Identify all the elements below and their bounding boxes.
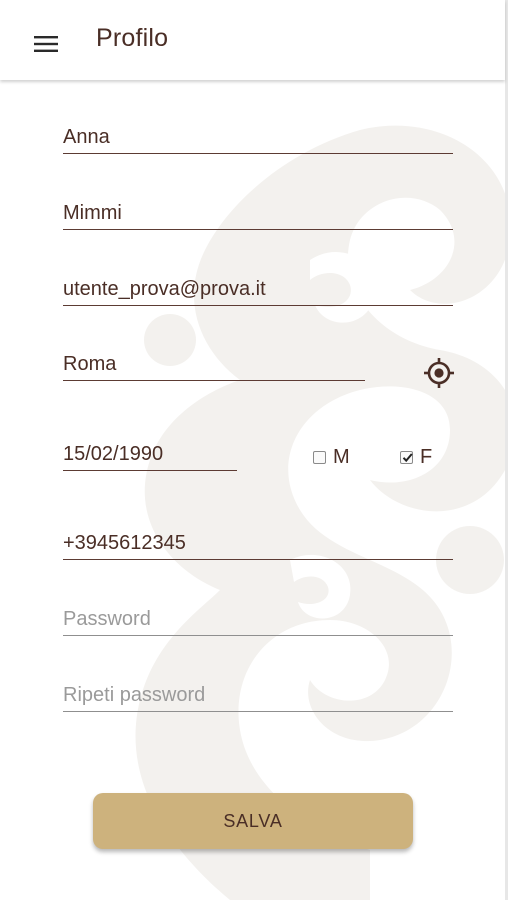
city-input[interactable]	[63, 348, 365, 380]
password-input[interactable]	[63, 603, 453, 635]
email-input[interactable]	[63, 273, 453, 305]
save-button[interactable]: SALVA	[93, 793, 413, 849]
checkmark-icon	[402, 452, 413, 462]
city-field	[63, 340, 365, 381]
birth-date-field	[63, 430, 237, 471]
repeat-password-input[interactable]	[63, 679, 453, 711]
profile-screen: Profilo M F	[0, 0, 508, 900]
password-field	[63, 595, 453, 636]
phone-field	[63, 519, 453, 560]
page-title: Profilo	[96, 24, 169, 52]
first-name-field	[63, 113, 453, 154]
repeat-password-field	[63, 671, 453, 712]
email-field	[63, 265, 453, 306]
app-bar: Profilo	[0, 0, 505, 80]
male-checkbox[interactable]	[313, 450, 326, 464]
male-label: M	[333, 445, 350, 468]
gender-female-option[interactable]: F	[400, 444, 432, 470]
female-checkbox[interactable]	[400, 450, 413, 464]
phone-input[interactable]	[63, 527, 453, 559]
first-name-input[interactable]	[63, 121, 453, 153]
last-name-field	[63, 189, 453, 230]
female-label: F	[420, 445, 433, 468]
last-name-input[interactable]	[63, 197, 453, 229]
hamburger-menu-icon[interactable]	[24, 22, 68, 66]
location-target-icon[interactable]	[422, 356, 456, 390]
gender-male-option[interactable]: M	[313, 444, 350, 470]
birth-date-input[interactable]	[63, 438, 237, 470]
